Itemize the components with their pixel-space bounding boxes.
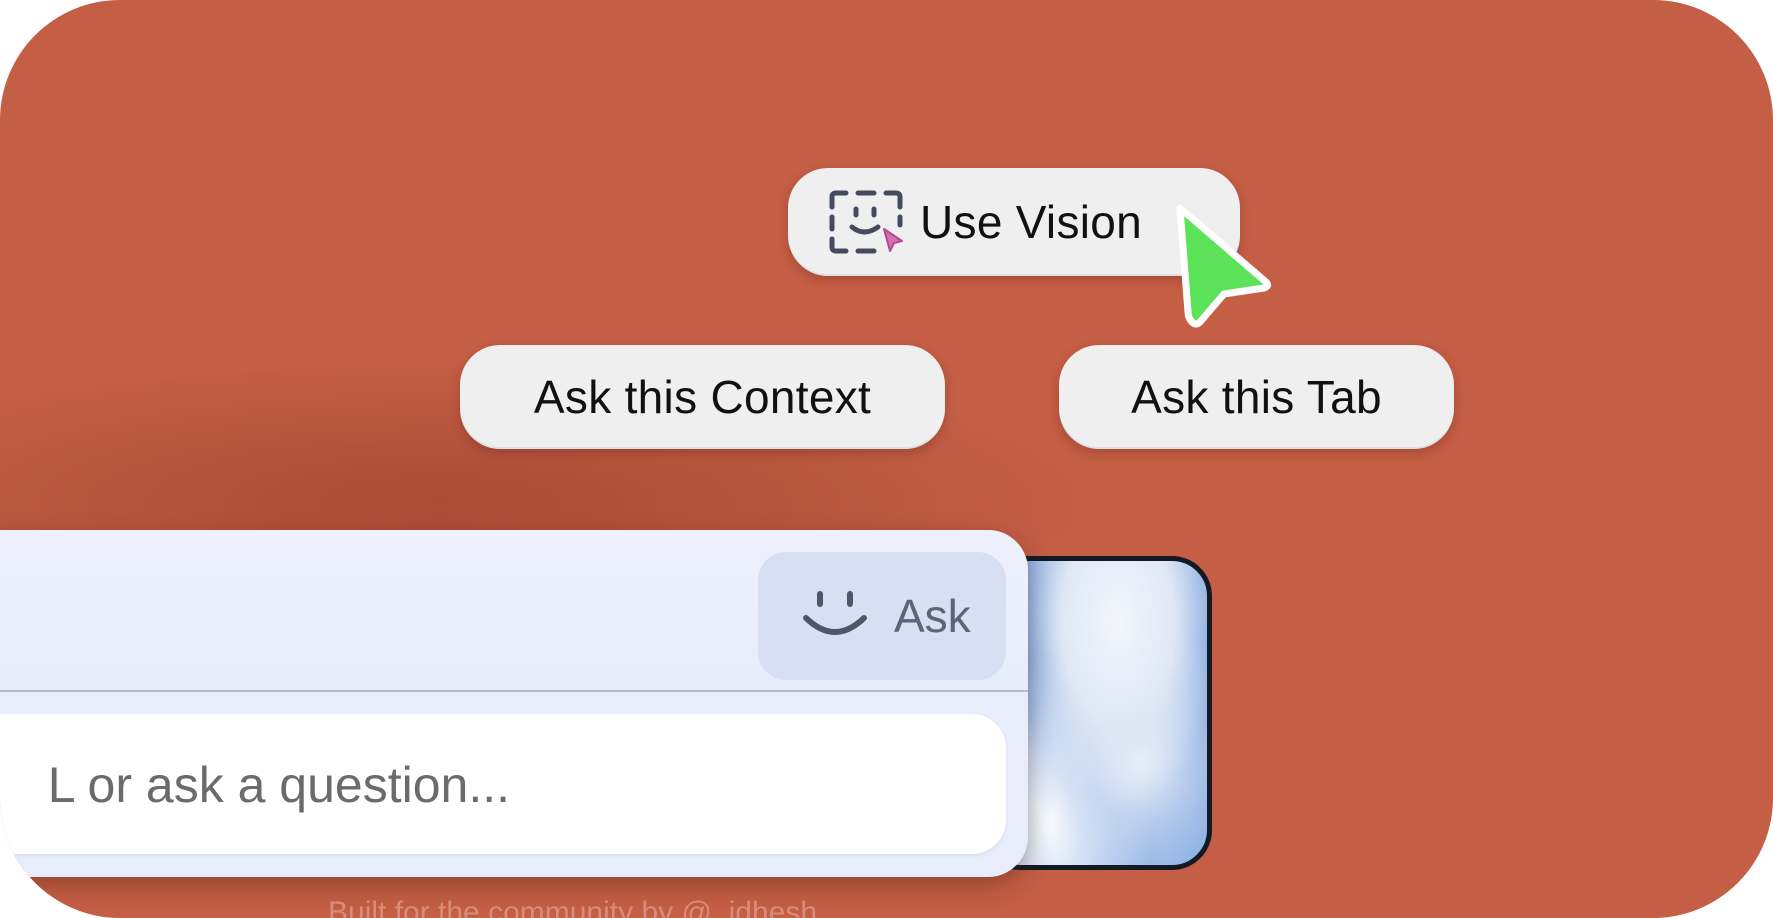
app-stage: Use Vision Ask this Context Ask this Tab <box>0 0 1773 918</box>
ask-button-label: Ask <box>894 590 971 642</box>
panel-header: Ask <box>0 530 1028 692</box>
search-input[interactable]: L or ask a question... <box>0 714 1006 854</box>
ask-button[interactable]: Ask <box>758 552 1006 680</box>
footer-credit: Built for the community by @_idhesh <box>328 896 818 918</box>
use-vision-label: Use Vision <box>920 196 1143 248</box>
mouse-cursor-icon <box>1170 200 1280 330</box>
ask-this-tab-label: Ask this Tab <box>1131 371 1382 423</box>
input-panel: Ask L or ask a question... <box>0 530 1028 877</box>
smile-icon <box>800 584 870 648</box>
vision-scan-icon <box>828 189 906 255</box>
ask-this-context-button[interactable]: Ask this Context <box>460 345 945 449</box>
search-input-placeholder: L or ask a question... <box>47 757 510 813</box>
ask-this-tab-button[interactable]: Ask this Tab <box>1059 345 1454 449</box>
ask-this-context-label: Ask this Context <box>533 371 872 423</box>
